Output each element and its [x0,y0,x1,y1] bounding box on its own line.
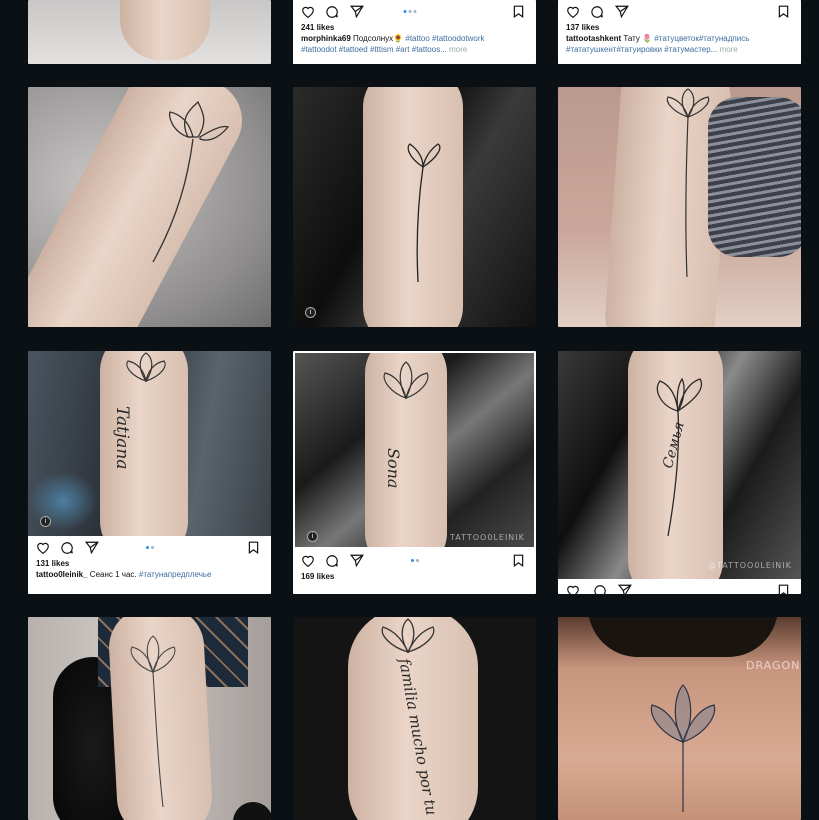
post-card[interactable] [28,0,271,64]
post-caption: tattoo0leinik_ Сеанс 1 час. #татунапредп… [36,570,212,579]
post-photo[interactable] [558,87,801,327]
carousel-dots [410,559,419,562]
likes-count[interactable]: 241 likes [293,22,536,33]
carousel-dots [403,10,417,13]
more-link[interactable]: more [717,45,738,54]
post-caption: tattootashkent Тату 🌷 #татуцветок#татуна… [566,34,750,43]
avatar[interactable] [233,802,271,820]
flower-tattoo [407,143,441,283]
heart-icon[interactable] [301,554,315,567]
info-icon[interactable]: i [307,531,318,542]
likes-count[interactable]: 137 likes [558,22,801,33]
bookmark-icon[interactable] [513,554,524,567]
comment-icon[interactable] [325,554,339,568]
bookmark-icon[interactable] [513,5,524,18]
post-card[interactable] [28,87,271,327]
lotus-tattoo [383,361,429,400]
post-actions [558,579,801,594]
lotus-tattoo [130,635,176,808]
share-icon[interactable] [85,541,99,554]
comment-icon[interactable] [60,541,74,555]
comment-icon[interactable] [325,5,339,19]
more-link[interactable]: more [447,45,467,54]
lotus-tattoo [650,684,716,812]
username[interactable]: tattootashkent [566,34,621,43]
share-icon[interactable] [618,584,632,594]
post-card[interactable]: DRAGON [558,617,801,820]
info-icon[interactable]: i [305,307,316,318]
post-card[interactable] [28,617,271,820]
likes-count[interactable]: 169 likes [293,571,536,582]
post-card[interactable]: 241 likes morphinka69 Подсолнух🌻 #tattoo… [293,0,536,64]
heart-icon[interactable] [36,541,50,554]
username[interactable]: morphinka69 [301,34,351,43]
share-icon[interactable] [615,5,629,18]
post-card[interactable] [558,87,801,327]
post-card[interactable]: Sona TATTOO0LEINIK i 169 likes [293,351,536,594]
post-card[interactable]: 137 likes tattootashkent Тату 🌷 #татуцве… [558,0,801,64]
post-actions: 131 likes tattoo0leinik_ Сеанс 1 час. #т… [28,536,271,594]
post-photo[interactable] [28,0,271,64]
watermark: DRAGON [746,659,801,672]
share-icon[interactable] [350,554,364,567]
tattoo-script: Sona [384,448,403,489]
heart-icon[interactable] [301,5,315,18]
post-photo[interactable]: Tatjana i [28,351,271,536]
post-caption-tags: #тататушкент#татуировки #татумастер... m… [566,45,738,54]
watermark: @TATTOO0LEINIK [708,561,792,570]
post-card[interactable]: i [293,87,536,327]
info-icon[interactable]: i [40,516,51,527]
heart-icon[interactable] [566,5,580,18]
watermark: TATTOO0LEINIK [450,533,525,542]
post-photo[interactable] [28,617,271,820]
carousel-dots [145,546,154,549]
hair [588,617,778,657]
bookmark-icon[interactable] [248,541,259,554]
post-photo[interactable]: familia mucho por tu [293,617,536,820]
lotus-tattoo [666,88,710,278]
post-actions: 169 likes [293,549,536,594]
lotus-tattoo [152,100,230,263]
post-caption-tags: #tattoodot #tattoed #tttism #art #tattoo… [301,45,468,54]
post-card[interactable]: familia mucho por tu [293,617,536,820]
share-icon[interactable] [350,5,364,18]
post-card[interactable]: Семья @TATTOO0LEINIK [558,351,801,594]
post-photo[interactable] [28,87,271,327]
post-card[interactable]: Tatjana i 131 likes tattoo0leinik_ Сеанс… [28,351,271,594]
post-photo[interactable]: Семья @TATTOO0LEINIK [558,351,801,579]
post-photo[interactable]: i [293,87,536,327]
username[interactable]: tattoo0leinik_ [36,570,88,579]
post-actions: 241 likes morphinka69 Подсолнух🌻 #tattoo… [293,0,536,64]
post-photo[interactable]: Sona TATTOO0LEINIK i [293,351,536,549]
lotus-tattoo [126,352,166,383]
bookmark-icon[interactable] [778,584,789,594]
tattoo-script: Tatjana [112,406,132,470]
post-photo[interactable]: DRAGON [558,617,801,820]
comment-icon[interactable] [590,5,604,19]
comment-icon[interactable] [593,584,607,594]
bookmark-icon[interactable] [778,5,789,18]
heart-icon[interactable] [566,584,580,594]
blue-light [28,471,98,531]
post-caption: morphinka69 Подсолнух🌻 #tattoo #tattoodo… [301,34,485,43]
arm [120,0,210,60]
likes-count[interactable]: 131 likes [28,558,271,569]
post-actions: 137 likes tattootashkent Тату 🌷 #татуцве… [558,0,801,64]
